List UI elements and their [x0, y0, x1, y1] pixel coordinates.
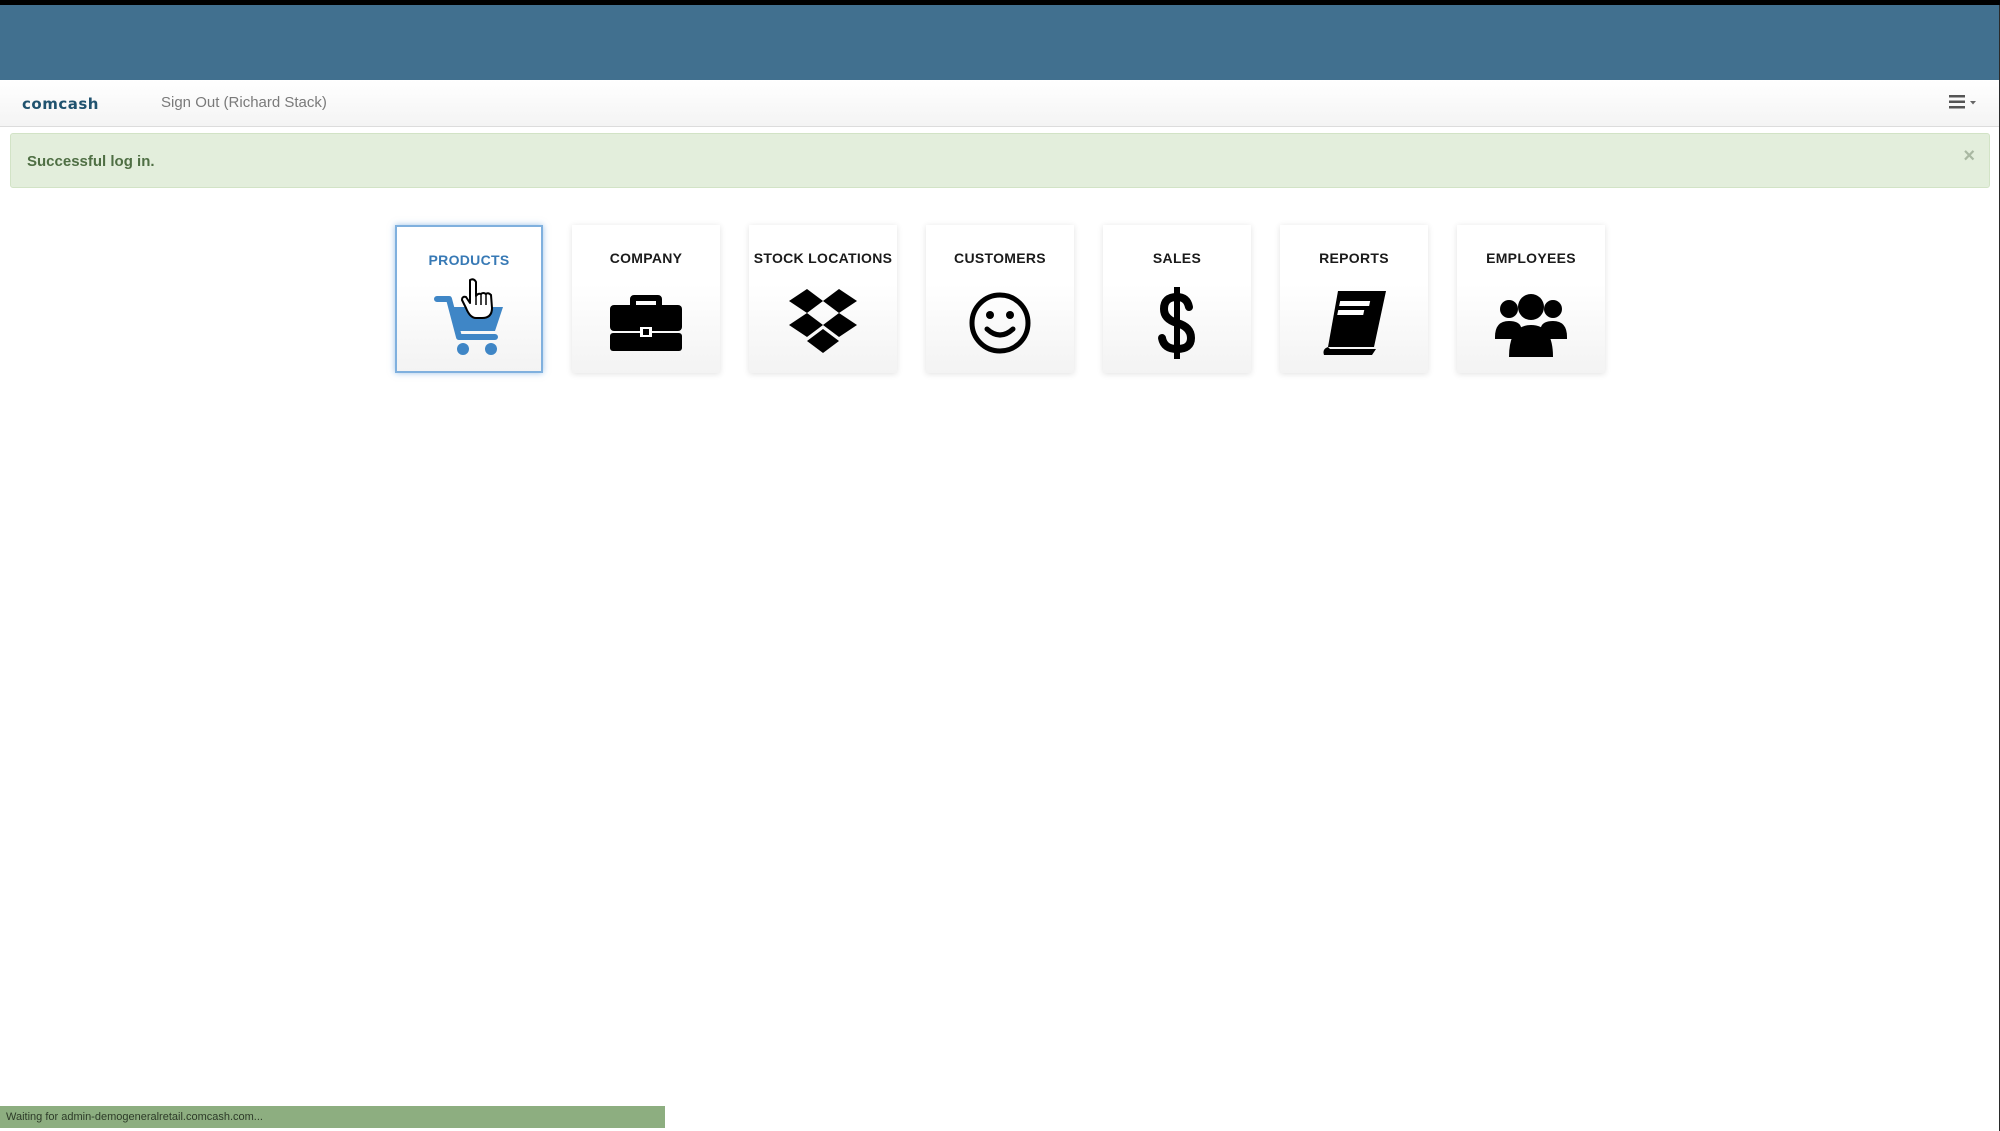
tile-label: EMPLOYEES — [1486, 250, 1576, 266]
tile-label: PRODUCTS — [428, 252, 510, 268]
menu-toggle-button[interactable] — [1949, 92, 1985, 112]
tile-label: CUSTOMERS — [954, 250, 1046, 266]
shopping-cart-icon — [434, 296, 503, 355]
caret-down-icon — [1970, 101, 1976, 105]
success-alert: Successful log in. × — [10, 133, 1990, 188]
smiley-icon — [969, 292, 1031, 354]
tile-customers[interactable]: CUSTOMERS — [926, 225, 1074, 373]
tile-label: SALES — [1152, 250, 1202, 266]
tile-sales[interactable]: SALES — [1103, 225, 1251, 373]
tile-company[interactable]: COMPANY — [572, 225, 720, 373]
browser-status-bar: Waiting for admin-demogeneralretail.comc… — [0, 1106, 665, 1128]
brand-logo[interactable]: comcash — [22, 95, 99, 113]
tile-label: STOCK LOCATIONS — [753, 250, 893, 266]
module-tiles: PRODUCTS COMPANY STOCK LOCATIONS CUSTOME… — [395, 225, 1615, 375]
tile-employees[interactable]: EMPLOYEES — [1457, 225, 1605, 373]
dropbox-icon — [789, 289, 857, 353]
navbar: comcash Sign Out (Richard Stack) — [0, 80, 1999, 127]
tile-stock-locations[interactable]: STOCK LOCATIONS — [749, 225, 897, 373]
browser-viewport: comcash Sign Out (Richard Stack) Success… — [0, 5, 2000, 1131]
alert-close-button[interactable]: × — [1963, 146, 1975, 166]
users-icon — [1495, 294, 1567, 357]
hamburger-menu-icon — [1949, 95, 1976, 109]
briefcase-icon — [610, 295, 682, 351]
alert-message: Successful log in. — [27, 153, 155, 170]
tile-reports[interactable]: REPORTS — [1280, 225, 1428, 373]
book-icon — [1323, 291, 1386, 355]
tile-label: COMPANY — [609, 250, 683, 266]
sign-out-link[interactable]: Sign Out (Richard Stack) — [161, 94, 327, 111]
tile-label: REPORTS — [1319, 250, 1389, 266]
dollar-icon — [1158, 287, 1196, 359]
header-band — [0, 5, 1999, 80]
tile-products[interactable]: PRODUCTS — [395, 225, 543, 373]
